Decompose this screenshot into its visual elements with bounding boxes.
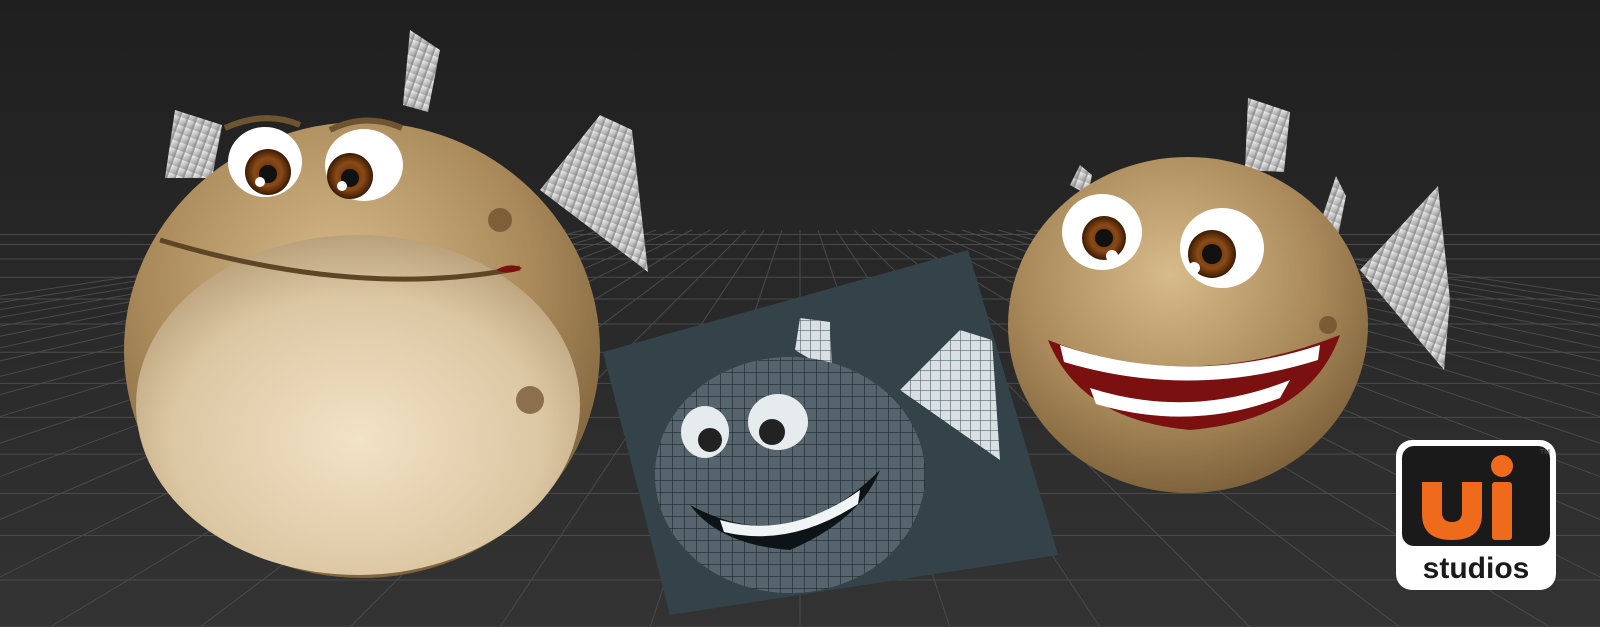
- scene-render: TM studios: [0, 0, 1600, 627]
- trademark-mark: TM: [1540, 449, 1550, 456]
- render-stage: TM studios: [0, 0, 1600, 627]
- ui-studios-logo: TM studios: [1396, 440, 1556, 590]
- logo-text: studios: [1423, 552, 1530, 585]
